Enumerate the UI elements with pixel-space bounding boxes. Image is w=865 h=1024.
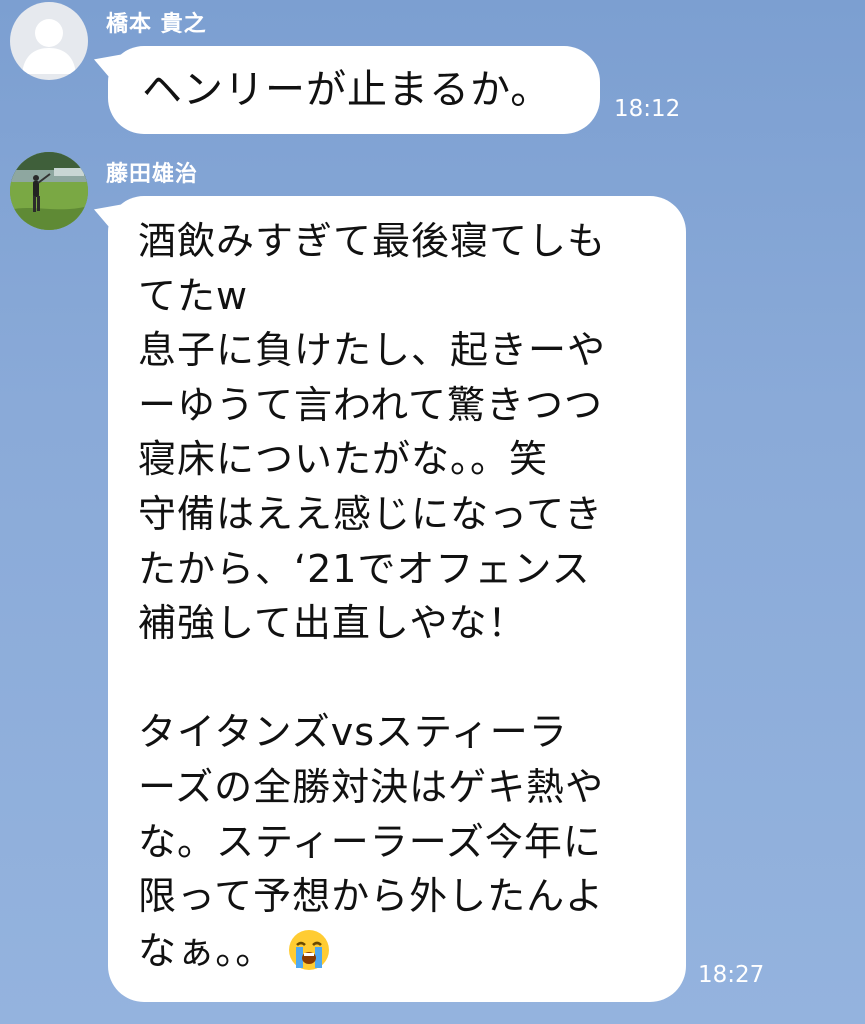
person-icon — [10, 2, 88, 80]
message-text: ヘンリーが止まるか。 — [142, 67, 552, 113]
message-item: 橋本 貴之 ヘンリーが止まるか。 18:12 — [0, 0, 865, 140]
message-item: 藤田雄治 酒飲みすぎて最後寝てしも てたw 息子に負けたし、起きーや ーゆうて言… — [0, 150, 865, 1024]
golfer-photo-icon — [10, 152, 88, 230]
message-timestamp: 18:27 — [698, 962, 765, 988]
chat-view[interactable]: 橋本 貴之 ヘンリーが止まるか。 18:12 藤田雄治 酒飲みすぎて最後寝てしも… — [0, 0, 865, 1024]
default-avatar-icon[interactable] — [10, 2, 88, 80]
sender-name: 橋本 貴之 — [106, 12, 207, 37]
sender-name: 藤田雄治 — [106, 162, 199, 187]
message-text: 酒飲みすぎて最後寝てしも てたw 息子に負けたし、起きーや ーゆうて言われて驚き… — [138, 214, 658, 978]
loudly-crying-face-icon — [287, 928, 331, 972]
message-bubble[interactable]: 酒飲みすぎて最後寝てしも てたw 息子に負けたし、起きーや ーゆうて言われて驚き… — [108, 196, 686, 1002]
golfer-avatar[interactable] — [10, 152, 88, 230]
message-timestamp: 18:12 — [614, 96, 681, 122]
message-bubble[interactable]: ヘンリーが止まるか。 — [108, 46, 600, 134]
message-text-body: 酒飲みすぎて最後寝てしも てたw 息子に負けたし、起きーや ーゆうて言われて驚き… — [138, 219, 607, 973]
